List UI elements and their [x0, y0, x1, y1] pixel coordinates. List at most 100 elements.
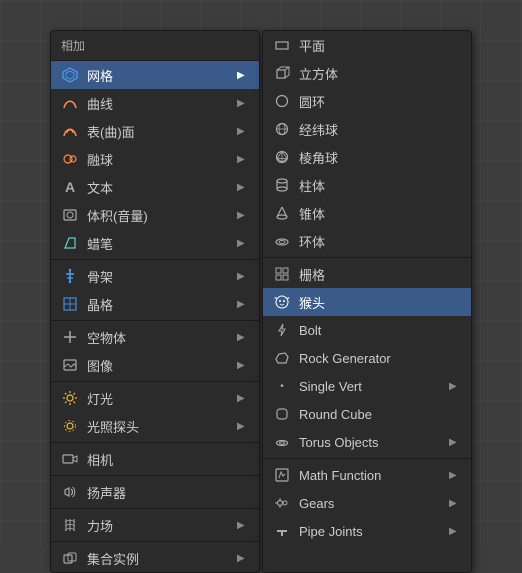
cone-label: 锥体	[299, 204, 461, 223]
menu-item-camera[interactable]: 相机	[51, 445, 259, 473]
menu-item-lightprobe[interactable]: 光照探头 ▶	[51, 412, 259, 440]
secondary-item-mathfunction[interactable]: Math Function ▶	[263, 461, 471, 489]
uvsphere-label: 经纬球	[299, 120, 461, 139]
mathfunction-label: Math Function	[299, 468, 449, 483]
collection-label: 集合实例	[87, 549, 237, 568]
lattice-label: 晶格	[87, 295, 237, 314]
secondary-item-cylinder[interactable]: 柱体	[263, 171, 471, 199]
torus-icon	[273, 232, 291, 250]
menu-header: 相加	[51, 31, 259, 61]
empty-arrow: ▶	[237, 332, 249, 343]
secondary-item-bolt[interactable]: Bolt	[263, 316, 471, 344]
gears-icon	[273, 494, 291, 512]
menu-item-curve[interactable]: 曲线 ▶	[51, 89, 259, 117]
menu-item-volume[interactable]: 体积(音量) ▶	[51, 201, 259, 229]
light-arrow: ▶	[237, 393, 249, 404]
grease-icon	[61, 234, 79, 252]
separator-6	[51, 508, 259, 509]
secondary-item-icosphere[interactable]: 棱角球	[263, 143, 471, 171]
menu-item-light[interactable]: 灯光 ▶	[51, 384, 259, 412]
menu-item-empty[interactable]: 空物体 ▶	[51, 323, 259, 351]
menu-item-forcefield[interactable]: 力场 ▶	[51, 511, 259, 539]
metaball-arrow: ▶	[237, 154, 249, 165]
armature-label: 骨架	[87, 267, 237, 286]
circle-label: 圆环	[299, 92, 461, 111]
curve-icon	[61, 94, 79, 112]
primary-menu: 相加 网格 ▶ 曲线 ▶	[50, 30, 260, 573]
grid-label: 栅格	[299, 265, 461, 284]
torusobjects-arrow: ▶	[449, 437, 461, 448]
menu-item-armature[interactable]: 骨架 ▶	[51, 262, 259, 290]
secondary-item-plane[interactable]: 平面	[263, 31, 471, 59]
icosphere-label: 棱角球	[299, 148, 461, 167]
torusobjects-label: Torus Objects	[299, 435, 449, 450]
bolt-icon	[273, 321, 291, 339]
separator-4	[51, 442, 259, 443]
uvsphere-icon	[273, 120, 291, 138]
rockgen-icon	[273, 349, 291, 367]
text-label: 文本	[87, 178, 237, 197]
menu-item-grease[interactable]: 蜡笔 ▶	[51, 229, 259, 257]
mesh-label: 网格	[87, 66, 237, 85]
grease-arrow: ▶	[237, 238, 249, 249]
plane-icon	[273, 36, 291, 54]
secondary-item-roundcube[interactable]: Round Cube	[263, 400, 471, 428]
grid-icon	[273, 265, 291, 283]
lattice-arrow: ▶	[237, 299, 249, 310]
separator-2	[51, 320, 259, 321]
menu-item-mesh[interactable]: 网格 ▶	[51, 61, 259, 89]
cube-icon	[273, 64, 291, 82]
light-label: 灯光	[87, 389, 237, 408]
volume-icon	[61, 206, 79, 224]
roundcube-label: Round Cube	[299, 407, 461, 422]
secondary-item-pipejoints[interactable]: Pipe Joints ▶	[263, 517, 471, 545]
image-arrow: ▶	[237, 360, 249, 371]
secondary-item-torusobjects[interactable]: Torus Objects ▶	[263, 428, 471, 456]
secondary-item-cone[interactable]: 锥体	[263, 199, 471, 227]
secondary-menu: 平面 立方体 圆环	[262, 30, 472, 573]
secondary-item-circle[interactable]: 圆环	[263, 87, 471, 115]
secondary-item-uvsphere[interactable]: 经纬球	[263, 115, 471, 143]
forcefield-icon	[61, 516, 79, 534]
torus-label: 环体	[299, 232, 461, 251]
menu-item-lattice[interactable]: 晶格 ▶	[51, 290, 259, 318]
menu-item-text[interactable]: A 文本 ▶	[51, 173, 259, 201]
bolt-label: Bolt	[299, 323, 461, 338]
pipejoints-icon	[273, 522, 291, 540]
singlevert-label: Single Vert	[299, 379, 449, 394]
empty-label: 空物体	[87, 328, 237, 347]
mathfunction-arrow: ▶	[449, 470, 461, 481]
forcefield-arrow: ▶	[237, 520, 249, 531]
menu-item-speaker[interactable]: 扬声器	[51, 478, 259, 506]
menu-item-metaball[interactable]: 融球 ▶	[51, 145, 259, 173]
secondary-item-gears[interactable]: Gears ▶	[263, 489, 471, 517]
forcefield-label: 力场	[87, 516, 237, 535]
secondary-item-rockgen[interactable]: Rock Generator	[263, 344, 471, 372]
image-label: 图像	[87, 356, 237, 375]
secondary-item-cube[interactable]: 立方体	[263, 59, 471, 87]
separator-5	[51, 475, 259, 476]
separator-1	[51, 259, 259, 260]
secondary-item-monkey[interactable]: 猴头 创建一个猴头网格.	[263, 288, 471, 316]
surface-arrow: ▶	[237, 126, 249, 137]
menu-item-collection[interactable]: 集合实例 ▶	[51, 544, 259, 572]
armature-arrow: ▶	[237, 271, 249, 282]
roundcube-icon	[273, 405, 291, 423]
monkey-label: 猴头	[299, 293, 461, 312]
curve-label: 曲线	[87, 94, 237, 113]
cylinder-icon	[273, 176, 291, 194]
mathfunction-icon	[273, 466, 291, 484]
grease-label: 蜡笔	[87, 234, 237, 253]
sec-separator-2	[263, 458, 471, 459]
menu-item-image[interactable]: 图像 ▶	[51, 351, 259, 379]
secondary-item-grid[interactable]: 栅格	[263, 260, 471, 288]
secondary-item-torus[interactable]: 环体	[263, 227, 471, 255]
cylinder-label: 柱体	[299, 176, 461, 195]
volume-arrow: ▶	[237, 210, 249, 221]
pipejoints-label: Pipe Joints	[299, 524, 449, 539]
header-title: 相加	[61, 39, 85, 53]
lattice-icon	[61, 295, 79, 313]
secondary-item-singlevert[interactable]: • Single Vert ▶	[263, 372, 471, 400]
singlevert-arrow: ▶	[449, 381, 461, 392]
menu-item-surface[interactable]: 表(曲)面 ▶	[51, 117, 259, 145]
